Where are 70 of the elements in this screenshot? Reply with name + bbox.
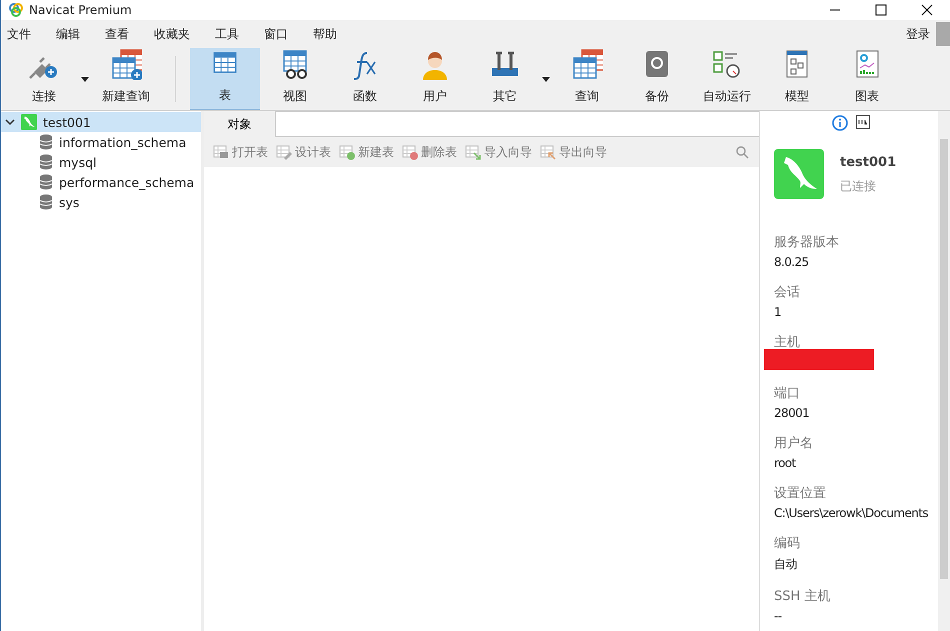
database-icon (39, 134, 53, 150)
toolbar-button[interactable]: 表 (190, 48, 260, 110)
table-action-button[interactable]: 导出向导 (536, 144, 611, 160)
info-label: 服务器版本 (774, 234, 840, 251)
info-value: 自动 (774, 556, 797, 573)
chevron-icon[interactable] (5, 117, 15, 127)
menu-item[interactable]: 工具 (215, 26, 239, 42)
database-icon (39, 154, 53, 170)
connection-status: 已连接 (840, 178, 877, 195)
menu-item[interactable]: 收藏夹 (154, 26, 190, 42)
window-title: Navicat Premium (29, 3, 133, 17)
table-action-button[interactable]: 新建表 (335, 144, 398, 160)
toolbar-button[interactable]: 其它 (470, 48, 540, 110)
toolbar-button[interactable]: 新建查询 (91, 48, 161, 110)
dropdown-caret-icon[interactable] (542, 76, 550, 82)
toolbar-button[interactable]: 视图 (260, 48, 330, 110)
table-action-icon (339, 144, 355, 160)
table-action-icon (402, 144, 418, 160)
info-value: 8.0.25 (774, 255, 809, 269)
table-action-button[interactable]: 导入向导 (461, 144, 536, 160)
table-add-icon (110, 48, 142, 80)
table-action-button[interactable]: 删除表 (398, 144, 461, 160)
toolbar-button[interactable]: 图表 (832, 48, 902, 110)
toolbar-button[interactable]: 备份 (622, 48, 692, 110)
toolbar-button[interactable]: 查询 (552, 48, 622, 110)
app-logo (9, 3, 23, 17)
info-label: 主机 (774, 334, 801, 351)
table-action-icon (213, 144, 229, 160)
table-action-icon (540, 144, 556, 160)
connection-item[interactable]: test001 (43, 114, 91, 130)
toolbar-button[interactable]: 连接 (9, 48, 79, 110)
database-item[interactable]: sys (59, 194, 80, 210)
toolbar-button[interactable]: 自动运行 (692, 48, 762, 110)
database-icon (39, 174, 53, 190)
info-label: 设置位置 (774, 485, 827, 502)
info-label: SSH 主机 (774, 588, 832, 605)
info-value: C:\Users\zerowk\Documents (774, 506, 928, 520)
info-value: root (774, 456, 796, 470)
menu-item[interactable]: 窗口 (264, 26, 288, 42)
menu-item[interactable]: 文件 (7, 26, 31, 42)
menu-item[interactable]: 帮助 (313, 26, 337, 42)
toolbar-button[interactable]: 用户 (400, 48, 470, 110)
info-icon[interactable] (832, 115, 848, 131)
tables-icon (571, 48, 603, 80)
scrollbar-thumb[interactable] (940, 139, 948, 579)
database-item[interactable]: performance_schema (59, 174, 194, 190)
info-label: 用户名 (774, 435, 814, 452)
info-label: 端口 (774, 385, 801, 402)
menu-item[interactable]: 查看 (105, 26, 129, 42)
info-value: 28001 (774, 406, 810, 420)
ddl-icon[interactable] (856, 115, 870, 129)
info-label: 编码 (774, 535, 801, 552)
info-value: -- (774, 609, 782, 623)
table-action-icon (465, 144, 481, 160)
database-icon (39, 194, 53, 210)
dolphin-logo (21, 114, 37, 130)
login-link[interactable]: 登录 (906, 26, 930, 42)
dolphin-logo (774, 149, 824, 199)
info-value: 1 (774, 305, 782, 319)
toolbar-button[interactable]: 函数 (330, 48, 400, 110)
connection-name: test001 (840, 155, 896, 170)
table-action-icon (276, 144, 292, 160)
table-action-button[interactable]: 设计表 (272, 144, 335, 160)
table-action-button[interactable]: 打开表 (209, 144, 272, 160)
dropdown-caret-icon[interactable] (81, 76, 89, 82)
database-item[interactable]: information_schema (59, 134, 186, 150)
toolbar-button[interactable]: 模型 (762, 48, 832, 110)
database-item[interactable]: mysql (59, 154, 96, 170)
menu-item[interactable]: 编辑 (56, 26, 80, 42)
info-label: 会话 (774, 284, 801, 301)
